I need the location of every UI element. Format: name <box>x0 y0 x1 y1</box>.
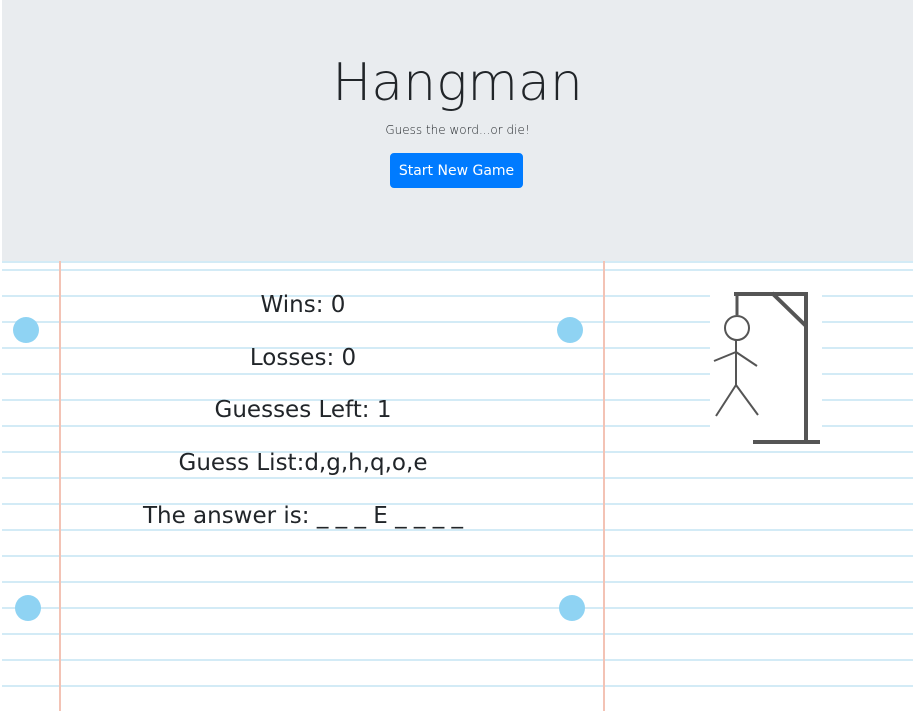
guess-list: Guess List:d,g,h,q,o,e <box>178 450 428 476</box>
figure-left-leg <box>715 384 737 417</box>
gallows-brace <box>770 291 808 328</box>
page-title: Hangman <box>332 53 583 113</box>
figure-left-arm <box>713 351 737 362</box>
figure-right-arm <box>735 351 758 367</box>
guesses-left-counter: Guesses Left: 1 <box>214 397 392 423</box>
hangman-drawing-icon <box>710 288 822 448</box>
game-stats: Wins: 0 Losses: 0 Guesses Left: 1 Guess … <box>60 261 546 561</box>
wins-counter: Wins: 0 <box>260 292 346 318</box>
figure-head <box>724 315 750 341</box>
answer-display: The answer is: _ _ _ E _ _ _ _ <box>142 503 464 529</box>
punch-hole-top-right <box>557 317 583 343</box>
punch-hole-top-left <box>13 317 39 343</box>
punch-hole-bottom-right <box>559 595 585 621</box>
page-subtitle: Guess the word...or die! <box>385 123 530 137</box>
header-jumbotron: Hangman Guess the word...or die! Start N… <box>2 0 913 261</box>
figure-right-leg <box>735 384 759 416</box>
losses-counter: Losses: 0 <box>249 345 357 371</box>
right-margin-line <box>603 261 605 711</box>
start-new-game-button[interactable]: Start New Game <box>390 153 523 188</box>
punch-hole-bottom-left <box>15 595 41 621</box>
